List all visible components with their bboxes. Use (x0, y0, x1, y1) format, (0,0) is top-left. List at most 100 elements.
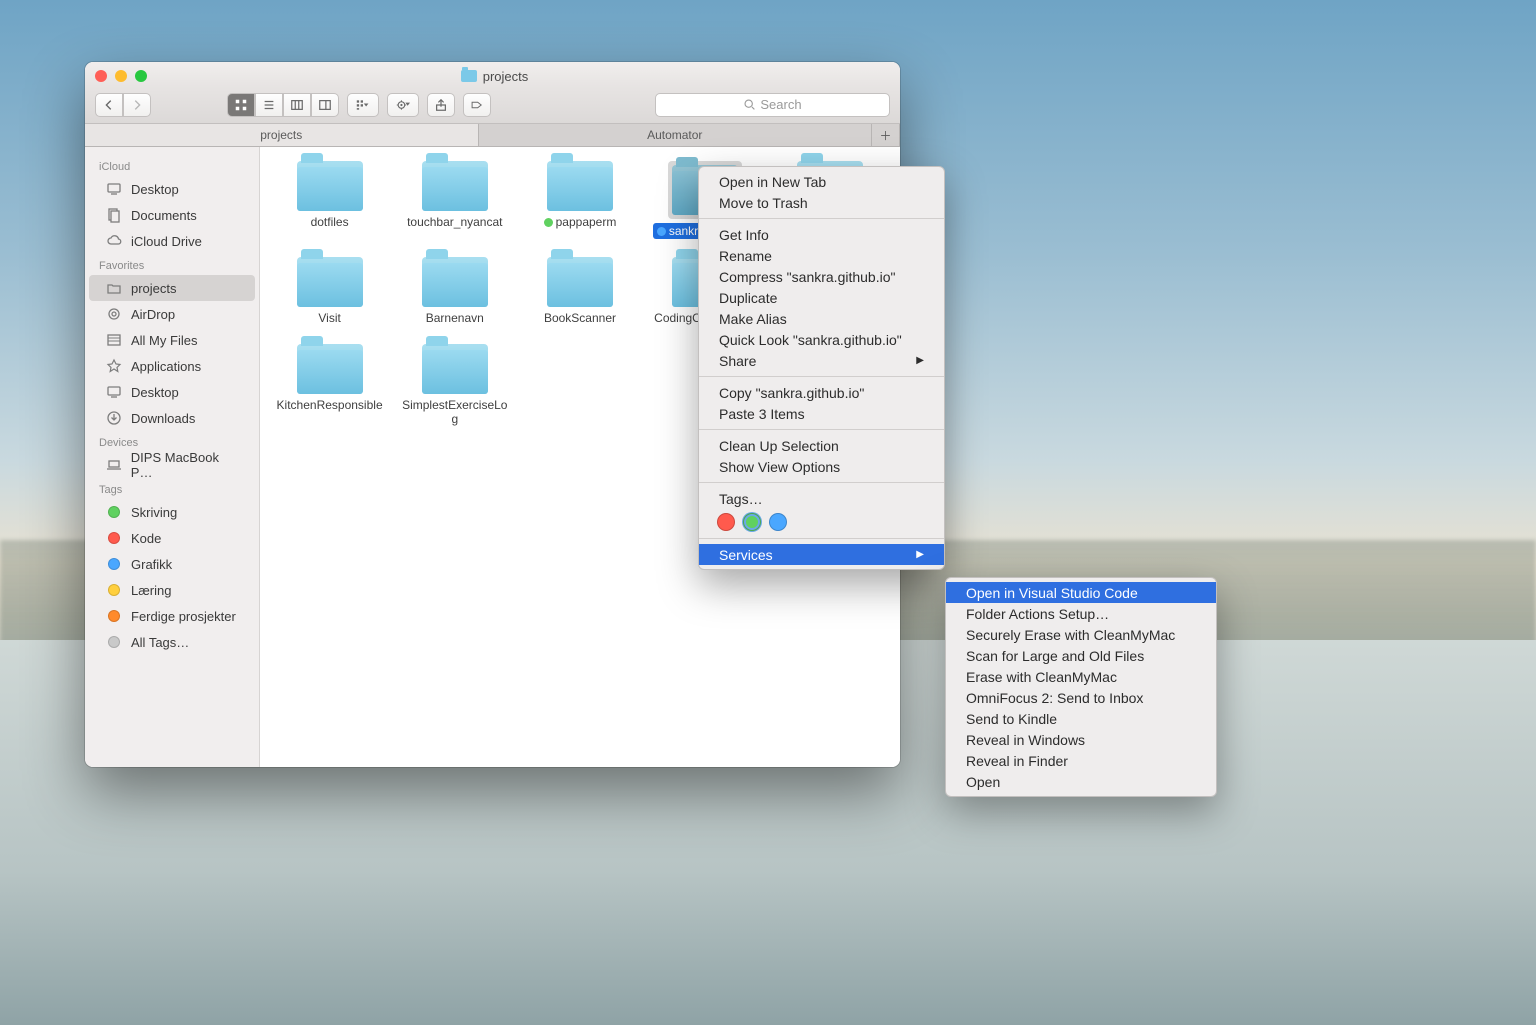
sidebar-item-l-ring[interactable]: Læring (89, 577, 255, 603)
sidebar-item-documents[interactable]: Documents (89, 202, 255, 228)
menu-item[interactable]: Securely Erase with CleanMyMac (946, 624, 1216, 645)
menu-item[interactable]: Copy "sankra.github.io" (699, 382, 944, 403)
menu-item-label: Send to Kindle (966, 711, 1057, 727)
minimize-button[interactable] (115, 70, 127, 82)
sidebar-item-airdrop[interactable]: AirDrop (89, 301, 255, 327)
folder-item[interactable]: Barnenavn (397, 257, 513, 325)
folder-item[interactable]: dotfiles (272, 161, 388, 229)
fullscreen-button[interactable] (135, 70, 147, 82)
search-input[interactable]: Search (655, 93, 890, 117)
sidebar-item-grafikk[interactable]: Grafikk (89, 551, 255, 577)
sidebar-section-header: Devices (85, 431, 259, 452)
tag-color-swatch[interactable] (717, 513, 735, 531)
tag-color-swatch[interactable] (769, 513, 787, 531)
menu-item-label: Rename (719, 248, 772, 264)
sidebar-item-desktop[interactable]: Desktop (89, 379, 255, 405)
menu-item-label: Reveal in Finder (966, 753, 1068, 769)
menu-item[interactable]: Folder Actions Setup… (946, 603, 1216, 624)
menu-item[interactable]: Get Info (699, 224, 944, 245)
folder-item[interactable]: touchbar_nyancat (397, 161, 513, 229)
new-tab-button[interactable]: ＋ (872, 124, 900, 146)
tag-icon (470, 98, 484, 112)
sidebar-item-skriving[interactable]: Skriving (89, 499, 255, 525)
menu-item[interactable]: Move to Trash (699, 192, 944, 213)
menu-item-label: Quick Look "sankra.github.io" (719, 332, 902, 348)
menu-tag-colors (699, 509, 944, 533)
menu-item[interactable]: Erase with CleanMyMac (946, 666, 1216, 687)
folder-icon (297, 161, 363, 211)
menu-item[interactable]: Scan for Large and Old Files (946, 645, 1216, 666)
sidebar-item-all-my-files[interactable]: All My Files (89, 327, 255, 353)
sidebar-section-header: iCloud (85, 155, 259, 176)
folder-item[interactable]: pappaperm (522, 161, 638, 229)
menu-item-label: Tags… (719, 491, 763, 507)
menu-item[interactable]: Quick Look "sankra.github.io" (699, 329, 944, 350)
sidebar-item-label: All Tags… (131, 635, 189, 650)
folder-icon (461, 70, 477, 82)
window-title: projects (147, 69, 842, 84)
window-title-text: projects (483, 69, 529, 84)
tags-button[interactable] (463, 93, 491, 117)
sidebar-item-desktop[interactable]: Desktop (89, 176, 255, 202)
tag-color-swatch[interactable] (743, 513, 761, 531)
menu-item[interactable]: Send to Kindle (946, 708, 1216, 729)
share-button[interactable] (427, 93, 455, 117)
menu-item[interactable]: Open in Visual Studio Code (946, 582, 1216, 603)
menu-item[interactable]: Services▶ (699, 544, 944, 565)
menu-item[interactable]: Open in New Tab (699, 171, 944, 192)
sidebar-item-all-tags-[interactable]: All Tags… (89, 629, 255, 655)
back-button[interactable] (95, 93, 123, 117)
titlebar[interactable]: projects (85, 62, 900, 86)
menu-separator (699, 429, 944, 430)
chevron-left-icon (102, 98, 116, 112)
menu-item[interactable]: Tags… (699, 488, 944, 509)
sidebar-item-label: Desktop (131, 182, 179, 197)
menu-item[interactable]: Clean Up Selection (699, 435, 944, 456)
folder-label: SimplestExerciseLog (400, 398, 510, 427)
forward-button[interactable] (123, 93, 151, 117)
action-button[interactable] (387, 93, 419, 117)
sidebar-item-ferdige-prosjekter[interactable]: Ferdige prosjekter (89, 603, 255, 629)
menu-item[interactable]: Paste 3 Items (699, 403, 944, 424)
sidebar-item-label: Skriving (131, 505, 177, 520)
folder-item[interactable]: SimplestExerciseLog (397, 344, 513, 427)
list-view-button[interactable] (255, 93, 283, 117)
menu-item[interactable]: Rename (699, 245, 944, 266)
tab-automator[interactable]: Automator (479, 124, 873, 146)
menu-item[interactable]: OmniFocus 2: Send to Inbox (946, 687, 1216, 708)
sidebar-item-kode[interactable]: Kode (89, 525, 255, 551)
icon-view-button[interactable] (227, 93, 255, 117)
menu-item[interactable]: Open (946, 771, 1216, 792)
folder-label: pappaperm (544, 215, 617, 229)
menu-item-label: Securely Erase with CleanMyMac (966, 627, 1175, 643)
sidebar-icon (105, 208, 123, 222)
sidebar-item-downloads[interactable]: Downloads (89, 405, 255, 431)
menu-item[interactable]: Duplicate (699, 287, 944, 308)
menu-item[interactable]: Make Alias (699, 308, 944, 329)
menu-item-label: Reveal in Windows (966, 732, 1085, 748)
menu-item[interactable]: Compress "sankra.github.io" (699, 266, 944, 287)
folder-label: Barnenavn (426, 311, 484, 325)
sidebar-item-icloud-drive[interactable]: iCloud Drive (89, 228, 255, 254)
columns-icon (290, 98, 304, 112)
arrange-button[interactable] (347, 93, 379, 117)
gallery-view-button[interactable] (311, 93, 339, 117)
nav-buttons (95, 93, 151, 117)
menu-item[interactable]: Show View Options (699, 456, 944, 477)
menu-item[interactable]: Reveal in Windows (946, 729, 1216, 750)
folder-item[interactable]: BookScanner (522, 257, 638, 325)
folder-item[interactable]: Visit (272, 257, 388, 325)
sidebar-item-projects[interactable]: projects (89, 275, 255, 301)
close-button[interactable] (95, 70, 107, 82)
tag-icon (105, 583, 123, 597)
tab-projects[interactable]: projects (85, 124, 479, 146)
menu-item[interactable]: Reveal in Finder (946, 750, 1216, 771)
column-view-button[interactable] (283, 93, 311, 117)
sidebar-item-applications[interactable]: Applications (89, 353, 255, 379)
tag-icon (105, 557, 123, 571)
folder-icon (297, 344, 363, 394)
sidebar: iCloudDesktopDocumentsiCloud DriveFavori… (85, 147, 260, 767)
sidebar-item-dips-macbook-p-[interactable]: DIPS MacBook P… (89, 452, 255, 478)
menu-item[interactable]: Share▶ (699, 350, 944, 371)
folder-item[interactable]: KitchenResponsible (272, 344, 388, 412)
